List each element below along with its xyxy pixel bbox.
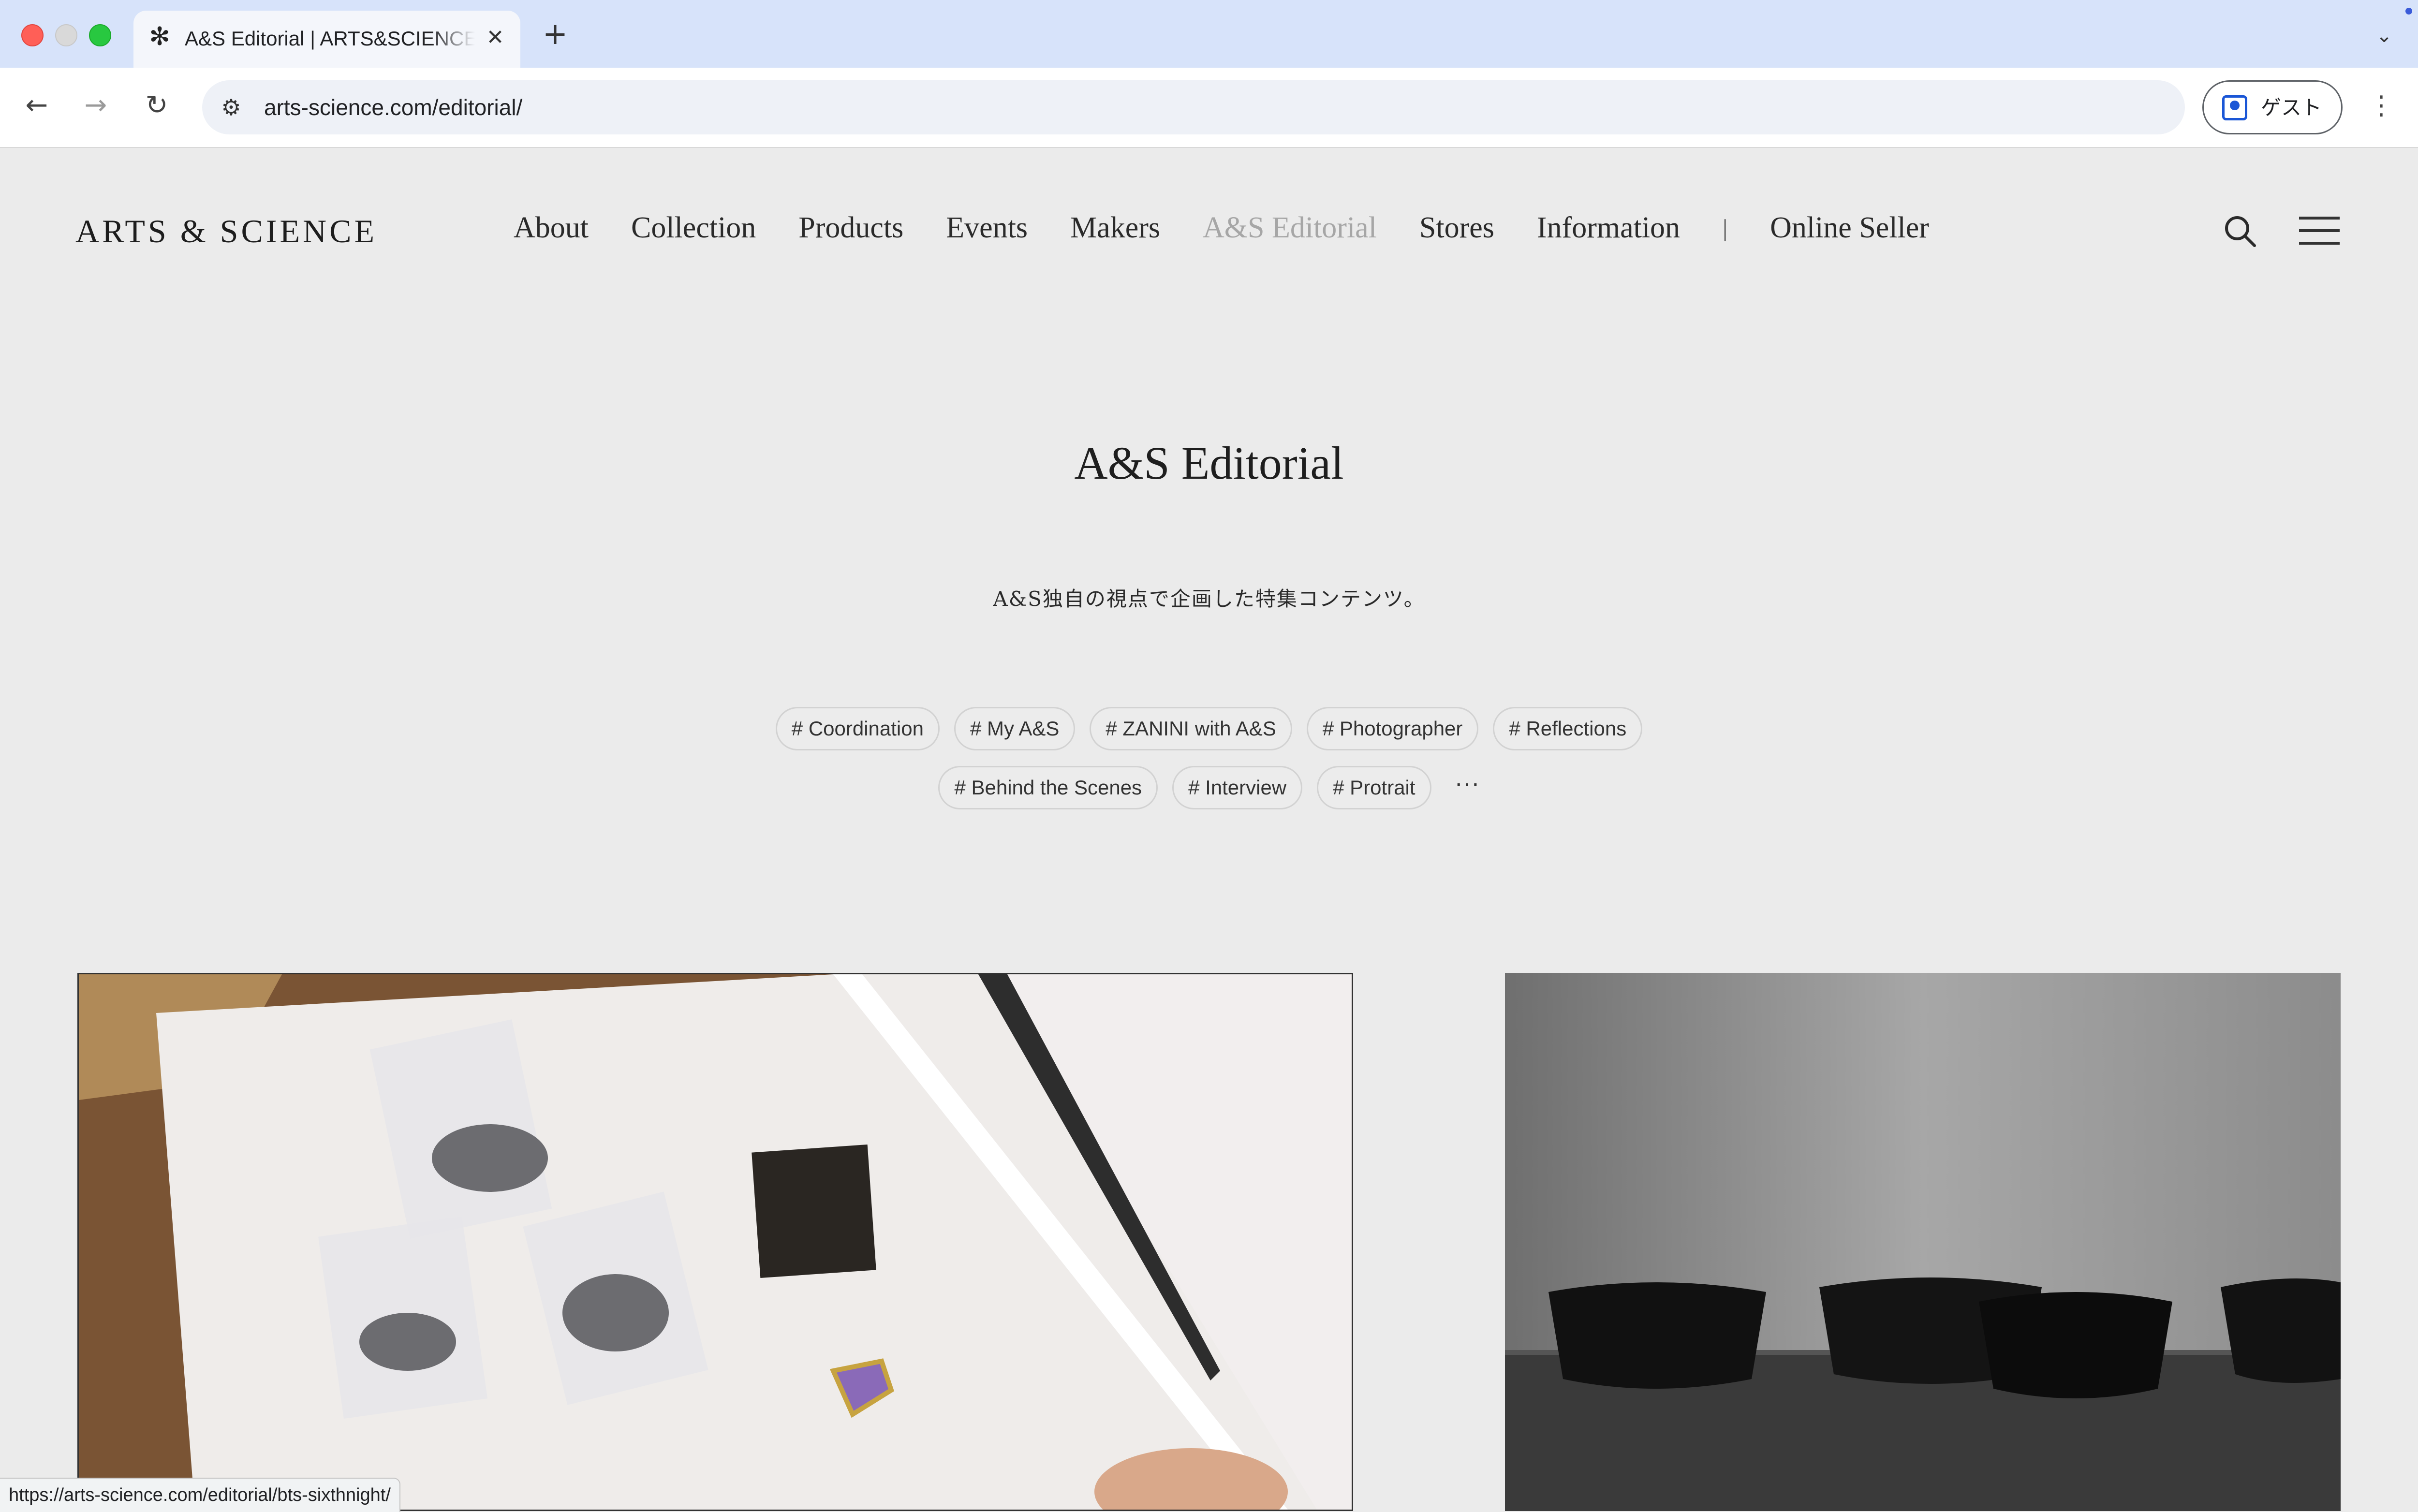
minimize-window-button[interactable] (55, 24, 77, 46)
nav-about[interactable]: About (514, 206, 589, 250)
guest-profile-label: ゲスト (2261, 96, 2322, 119)
new-tab-button[interactable]: + (540, 18, 571, 49)
tag-list-row-1: # Coordination # My A&S # ZANINI with A&… (0, 707, 2418, 750)
tab-title: A&S Editorial | ARTS&SCIENCE (185, 27, 475, 50)
browser-tab-active[interactable]: ✻ A&S Editorial | ARTS&SCIENCE ✕ (133, 11, 520, 68)
tag-list-row-2: # Behind the Scenes # Interview # Protra… (0, 766, 2418, 809)
maximize-window-button[interactable] (89, 24, 111, 46)
article-image-black-bowls[interactable] (1505, 973, 2341, 1511)
address-bar[interactable]: ⚙ arts-science.com/editorial/ (202, 80, 2185, 134)
page-lead-text: A&S独自の視点で企画した特集コンテンツ。 (993, 587, 1425, 611)
tag-coordination[interactable]: # Coordination (775, 707, 940, 750)
back-arrow-icon[interactable]: ← (19, 88, 54, 123)
main-navigation: About Collection Products Events Makers … (514, 206, 1929, 250)
search-icon[interactable] (2223, 214, 2257, 249)
nav-information[interactable]: Information (1537, 206, 1680, 250)
more-vertical-icon[interactable]: ⋮ (2367, 88, 2396, 123)
article-image-jewelry-workbench[interactable] (77, 973, 1353, 1511)
notification-dot (2405, 8, 2412, 15)
tag-my-as[interactable]: # My A&S (954, 707, 1076, 750)
close-window-button[interactable] (21, 24, 44, 46)
tag-behind-the-scenes[interactable]: # Behind the Scenes (938, 766, 1158, 809)
nav-collection[interactable]: Collection (631, 206, 756, 250)
nav-separator: | (1723, 214, 1728, 241)
tag-interview[interactable]: # Interview (1172, 766, 1303, 809)
close-tab-icon[interactable]: ✕ (482, 24, 509, 51)
tab-search-chevron-icon[interactable]: ⌄ (2370, 21, 2399, 50)
tag-protrait[interactable]: # Protrait (1317, 766, 1431, 809)
nav-stores[interactable]: Stores (1419, 206, 1494, 250)
nav-events[interactable]: Events (946, 206, 1028, 250)
nav-makers[interactable]: Makers (1070, 206, 1160, 250)
forward-arrow-icon[interactable]: → (78, 88, 113, 123)
nav-editorial[interactable]: A&S Editorial (1203, 206, 1377, 250)
browser-toolbar: ← → ↻ ⚙ arts-science.com/editorial/ ゲスト … (0, 68, 2418, 148)
profile-icon (2222, 95, 2247, 120)
hamburger-menu-icon[interactable] (2299, 217, 2340, 246)
site-logo[interactable]: ARTS & SCIENCE (75, 212, 377, 250)
tag-zanini[interactable]: # ZANINI with A&S (1090, 707, 1292, 750)
tag-reflections[interactable]: # Reflections (1493, 707, 1643, 750)
page-title: A&S Editorial (1074, 437, 1344, 489)
tag-photographer[interactable]: # Photographer (1306, 707, 1479, 750)
site-settings-icon[interactable]: ⚙ (217, 93, 246, 122)
browser-tab-bar: ✻ A&S Editorial | ARTS&SCIENCE ✕ + ⌄ (0, 0, 2418, 68)
guest-profile-button[interactable]: ゲスト (2202, 80, 2343, 134)
nav-online-seller[interactable]: Online Seller (1770, 206, 1929, 250)
address-bar-url[interactable]: arts-science.com/editorial/ (264, 93, 522, 122)
nav-products[interactable]: Products (798, 206, 903, 250)
asterisk-logo-icon: ✻ (149, 22, 170, 51)
link-status-bar: https://arts-science.com/editorial/bts-s… (0, 1478, 400, 1512)
reload-icon[interactable]: ↻ (139, 88, 174, 123)
more-tags-button[interactable]: ··· (1448, 766, 1487, 809)
